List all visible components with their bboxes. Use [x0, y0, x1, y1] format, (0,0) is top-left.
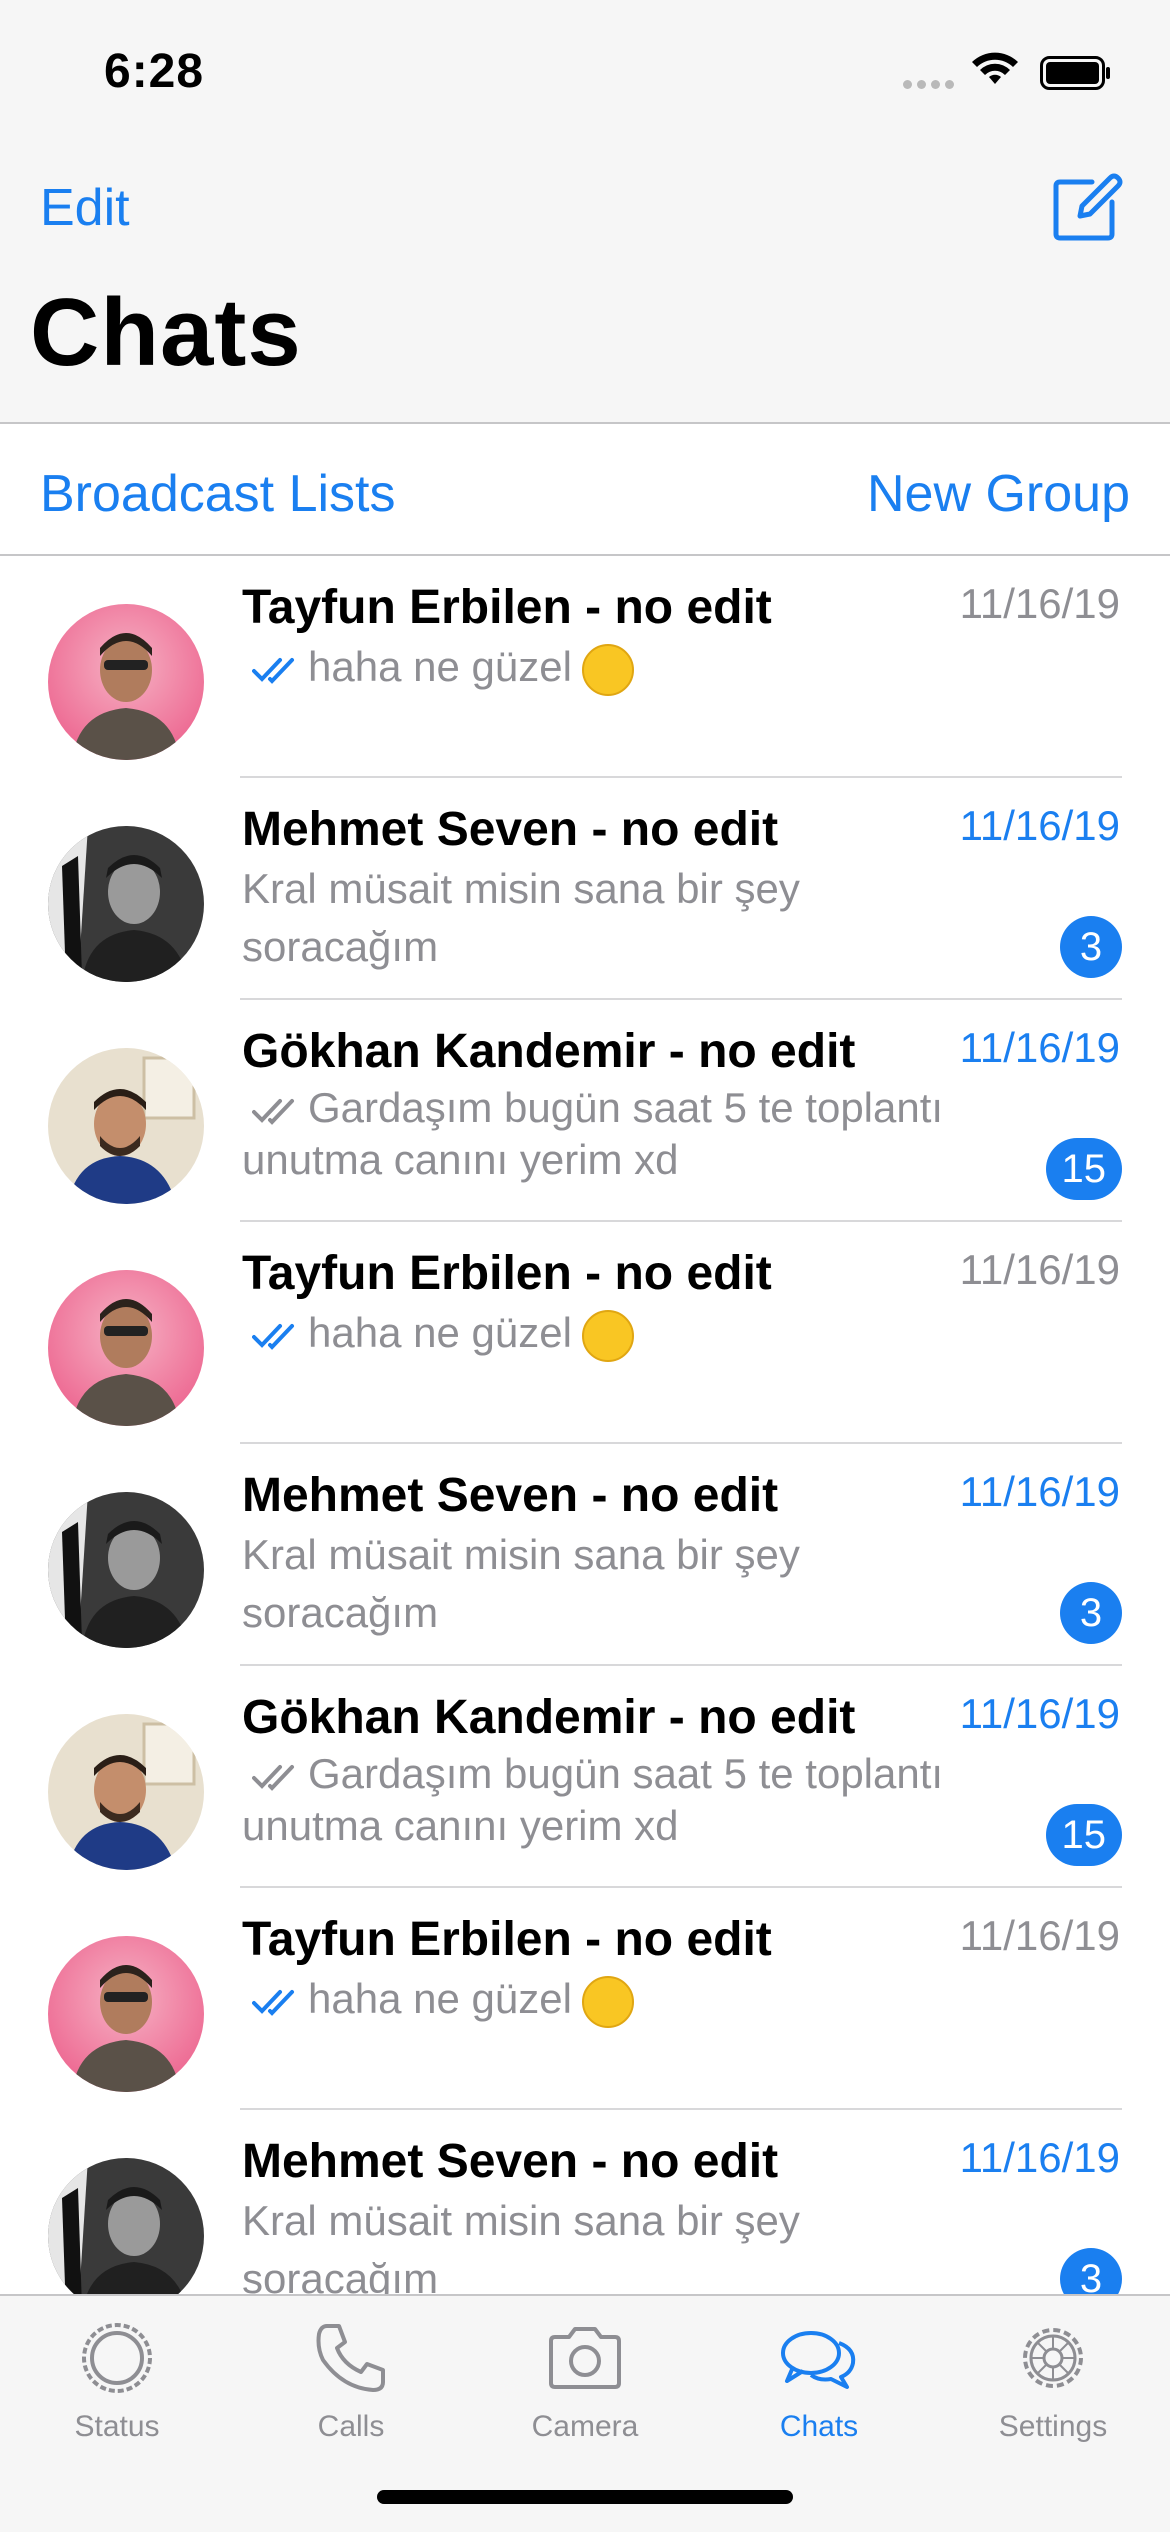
chat-date: 11/16/19: [959, 1468, 1120, 1515]
chat-bubbles-icon: [781, 2331, 856, 2389]
chat-row[interactable]: Mehmet Seven - no edit 11/16/19 Kral müs…: [0, 2110, 1170, 2294]
unread-badge: 15: [1045, 1138, 1122, 1200]
camera-icon: [549, 2327, 621, 2389]
chat-preview-text: Kral müsait misin sana bir şey soracağım: [242, 865, 800, 970]
chat-row[interactable]: Tayfun Erbilen - no edit 11/16/19 haha n…: [0, 1222, 1170, 1444]
tab-chats[interactable]: Chats: [702, 2314, 936, 2444]
home-indicator[interactable]: [377, 2490, 793, 2504]
chat-row[interactable]: Gökhan Kandemir - no edit 11/16/19 Garda…: [0, 1666, 1170, 1888]
chat-name: Mehmet Seven - no edit: [242, 1469, 779, 1522]
avatar: [48, 1270, 204, 1426]
chat-name: Gökhan Kandemir - no edit: [242, 1691, 856, 1744]
unread-badge: 15: [1045, 1804, 1122, 1866]
avatar: [48, 1714, 204, 1870]
page-title: Chats: [30, 279, 302, 386]
chat-preview: haha ne güzel: [242, 1970, 982, 2028]
chat-preview-text: haha ne güzel: [308, 1309, 572, 1356]
avatar: [48, 604, 204, 760]
wifi-icon: [972, 52, 1018, 84]
tab-label: Status: [74, 2410, 160, 2443]
phone-icon: [316, 2324, 385, 2392]
delivered-ticks-icon: [252, 1098, 294, 1125]
gear-icon: [1023, 2328, 1083, 2388]
read-ticks-icon: [252, 657, 294, 684]
chat-date: 11/16/19: [959, 1912, 1120, 1959]
cellular-signal-icon: [903, 80, 954, 89]
avatar: [48, 2158, 204, 2294]
chat-preview: Gardaşım bugün saat 5 te toplantı unutma…: [242, 1082, 982, 1186]
chat-date: 11/16/19: [959, 1690, 1120, 1737]
chat-preview-text: haha ne güzel: [308, 643, 572, 690]
edit-button[interactable]: Edit: [40, 178, 130, 238]
chat-preview: Kral müsait misin sana bir şey soracağım: [242, 1526, 982, 1642]
tab-label: Settings: [998, 2410, 1108, 2443]
chat-row[interactable]: Mehmet Seven - no edit 11/16/19 Kral müs…: [0, 1444, 1170, 1666]
navigation-header: Edit Chats: [0, 140, 1170, 424]
read-ticks-icon: [252, 1323, 294, 1350]
battery-icon: [1040, 56, 1110, 90]
smiley-emoji-icon: [581, 1309, 634, 1362]
tab-camera[interactable]: Camera: [468, 2314, 702, 2444]
chat-preview-text: Gardaşım bugün saat 5 te toplantı unutma…: [242, 1750, 944, 1849]
tab-calls[interactable]: Calls: [234, 2314, 468, 2444]
delivered-ticks-icon: [252, 1764, 294, 1791]
chat-preview: Kral müsait misin sana bir şey soracağım: [242, 860, 982, 976]
avatar: [48, 1492, 204, 1648]
tab-label: Camera: [531, 2410, 639, 2443]
status-bar: 6:28: [0, 0, 1170, 140]
smiley-emoji-icon: [581, 1975, 634, 2028]
tab-label: Chats: [779, 2410, 859, 2443]
chat-row[interactable]: Gökhan Kandemir - no edit 11/16/19 Garda…: [0, 1000, 1170, 1222]
chat-name: Tayfun Erbilen - no edit: [242, 581, 772, 634]
unread-badge: 3: [1060, 916, 1122, 978]
avatar: [48, 1936, 204, 2092]
tab-label: Calls: [317, 2410, 385, 2443]
chat-row[interactable]: Mehmet Seven - no edit 11/16/19 Kral müs…: [0, 778, 1170, 1000]
chat-preview: haha ne güzel: [242, 638, 982, 696]
chat-date: 11/16/19: [959, 2134, 1120, 2181]
tab-settings[interactable]: Settings: [936, 2314, 1170, 2444]
action-row: Broadcast Lists New Group: [0, 424, 1170, 556]
chat-name: Mehmet Seven - no edit: [242, 2135, 779, 2188]
broadcast-lists-button[interactable]: Broadcast Lists: [40, 464, 396, 524]
chat-preview-text: Kral müsait misin sana bir şey soracağım: [242, 2197, 800, 2294]
chat-name: Tayfun Erbilen - no edit: [242, 1913, 772, 1966]
avatar: [48, 826, 204, 982]
smiley-emoji-icon: [581, 643, 634, 696]
unread-badge: 3: [1060, 2248, 1122, 2294]
chat-preview: Kral müsait misin sana bir şey soracağım: [242, 2192, 982, 2294]
chat-name: Tayfun Erbilen - no edit: [242, 1247, 772, 1300]
chat-name: Mehmet Seven - no edit: [242, 803, 779, 856]
chat-row[interactable]: Tayfun Erbilen - no edit 11/16/19 haha n…: [0, 1888, 1170, 2110]
unread-badge: 3: [1060, 1582, 1122, 1644]
chat-date: 11/16/19: [959, 1024, 1120, 1071]
tab-status[interactable]: Status: [0, 2314, 234, 2444]
status-icon: [82, 2323, 152, 2393]
chat-date: 11/16/19: [959, 802, 1120, 849]
new-group-button[interactable]: New Group: [867, 464, 1130, 524]
compose-icon[interactable]: [1050, 170, 1124, 244]
chat-name: Gökhan Kandemir - no edit: [242, 1025, 856, 1078]
chat-date: 11/16/19: [959, 580, 1120, 627]
avatar: [48, 1048, 204, 1204]
chat-preview-text: Kral müsait misin sana bir şey soracağım: [242, 1531, 800, 1636]
read-ticks-icon: [252, 1989, 294, 2016]
chat-preview: haha ne güzel: [242, 1304, 982, 1362]
chat-list: Tayfun Erbilen - no edit 11/16/19 haha n…: [0, 556, 1170, 2294]
chat-date: 11/16/19: [959, 1246, 1120, 1293]
chat-preview: Gardaşım bugün saat 5 te toplantı unutma…: [242, 1748, 982, 1852]
chat-row[interactable]: Tayfun Erbilen - no edit 11/16/19 haha n…: [0, 556, 1170, 778]
chat-preview-text: Gardaşım bugün saat 5 te toplantı unutma…: [242, 1084, 944, 1183]
chat-preview-text: haha ne güzel: [308, 1975, 572, 2022]
status-time: 6:28: [104, 45, 205, 98]
